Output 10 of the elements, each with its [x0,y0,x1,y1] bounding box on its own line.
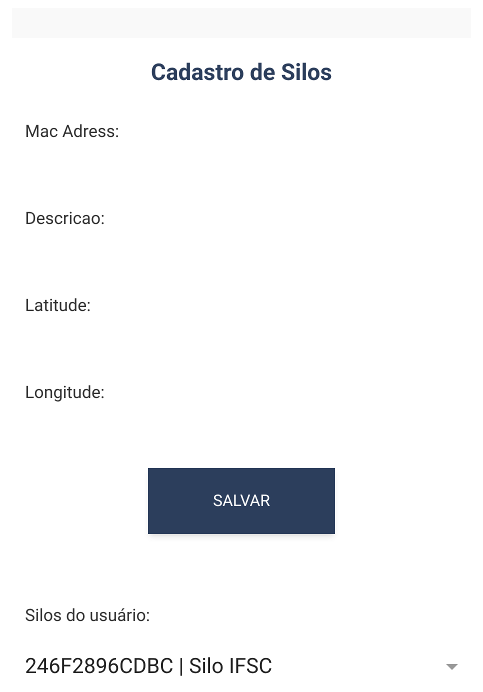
silo-dropdown[interactable]: 246F2896CDBC | Silo IFSC [25,653,458,681]
field-label: Latitude: [25,295,92,318]
save-button[interactable]: SALVAR [148,468,335,534]
section-label: Silos do usuário: [25,605,152,628]
field-label: Longitude: [25,382,106,405]
page-title: Cadastro de Silos [150,58,332,88]
dropdown-value: 246F2896CDBC | Silo IFSC [25,654,272,681]
dropdown-caret-icon [446,664,458,670]
field-label: Mac Adress: [25,121,120,144]
field-label: Descricao: [25,208,106,231]
